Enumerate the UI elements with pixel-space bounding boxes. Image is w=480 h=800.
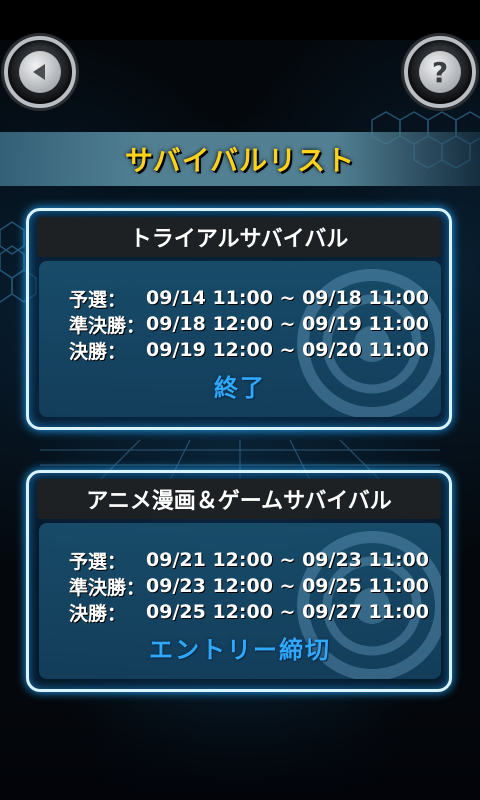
round-label: 準決勝： [69,314,146,337]
round-time: 09/25 12:00 ~ 09/27 11:00 [146,601,429,623]
card-body: 予選： 09/21 12:00 ~ 09/23 11:00 準決勝： 09/23… [39,523,441,679]
question-mark-icon: ? [419,51,461,93]
schedule-row-semifinal: 準決勝： 09/18 12:00 ~ 09/19 11:00 [69,311,429,337]
round-time: 09/21 12:00 ~ 09/23 11:00 [146,549,429,571]
status-label: 終了 [214,374,266,402]
card-heading: トライアルサバイバル [37,217,441,257]
back-button[interactable] [0,36,80,108]
schedule-row-preliminary: 予選： 09/21 12:00 ~ 09/23 11:00 [69,547,429,573]
round-time: 09/18 12:00 ~ 09/19 11:00 [146,313,429,335]
round-label: 決勝： [69,602,127,625]
round-label: 決勝： [69,340,127,363]
schedule-row-final: 決勝： 09/25 12:00 ~ 09/27 11:00 [69,599,429,625]
card-heading: アニメ漫画＆ゲームサバイバル [37,479,441,519]
round-label: 予選： [69,288,127,311]
bottom-fade [0,700,480,800]
schedule-row-preliminary: 予選： 09/14 11:00 ~ 09/18 11:00 [69,285,429,311]
back-triangle-icon [19,51,61,93]
round-time: 09/23 12:00 ~ 09/25 11:00 [146,575,429,597]
page-title: サバイバルリスト [124,144,356,177]
card-body: 予選： 09/14 11:00 ~ 09/18 11:00 準決勝： 09/18… [39,261,441,417]
round-time: 09/14 11:00 ~ 09/18 11:00 [146,287,429,309]
help-button[interactable]: ? [400,36,480,108]
schedule-row-final: 決勝： 09/19 12:00 ~ 09/20 11:00 [69,337,429,363]
schedule-list: 予選： 09/21 12:00 ~ 09/23 11:00 準決勝： 09/23… [69,547,429,625]
survival-card-anime-manga-game[interactable]: アニメ漫画＆ゲームサバイバル 予選： 09/21 12:00 ~ 09/23 1… [26,470,452,692]
round-time: 09/19 12:00 ~ 09/20 11:00 [146,339,429,361]
schedule-row-semifinal: 準決勝： 09/23 12:00 ~ 09/25 11:00 [69,573,429,599]
status-bar-area [0,0,480,40]
survival-card-trial[interactable]: トライアルサバイバル 予選： 09/14 11:00 ~ 09/18 11:00… [26,208,452,430]
title-banner: サバイバルリスト [0,132,480,186]
schedule-list: 予選： 09/14 11:00 ~ 09/18 11:00 準決勝： 09/18… [69,285,429,363]
round-label: 準決勝： [69,576,146,599]
status-label: エントリー締切 [149,636,331,664]
round-label: 予選： [69,550,127,573]
